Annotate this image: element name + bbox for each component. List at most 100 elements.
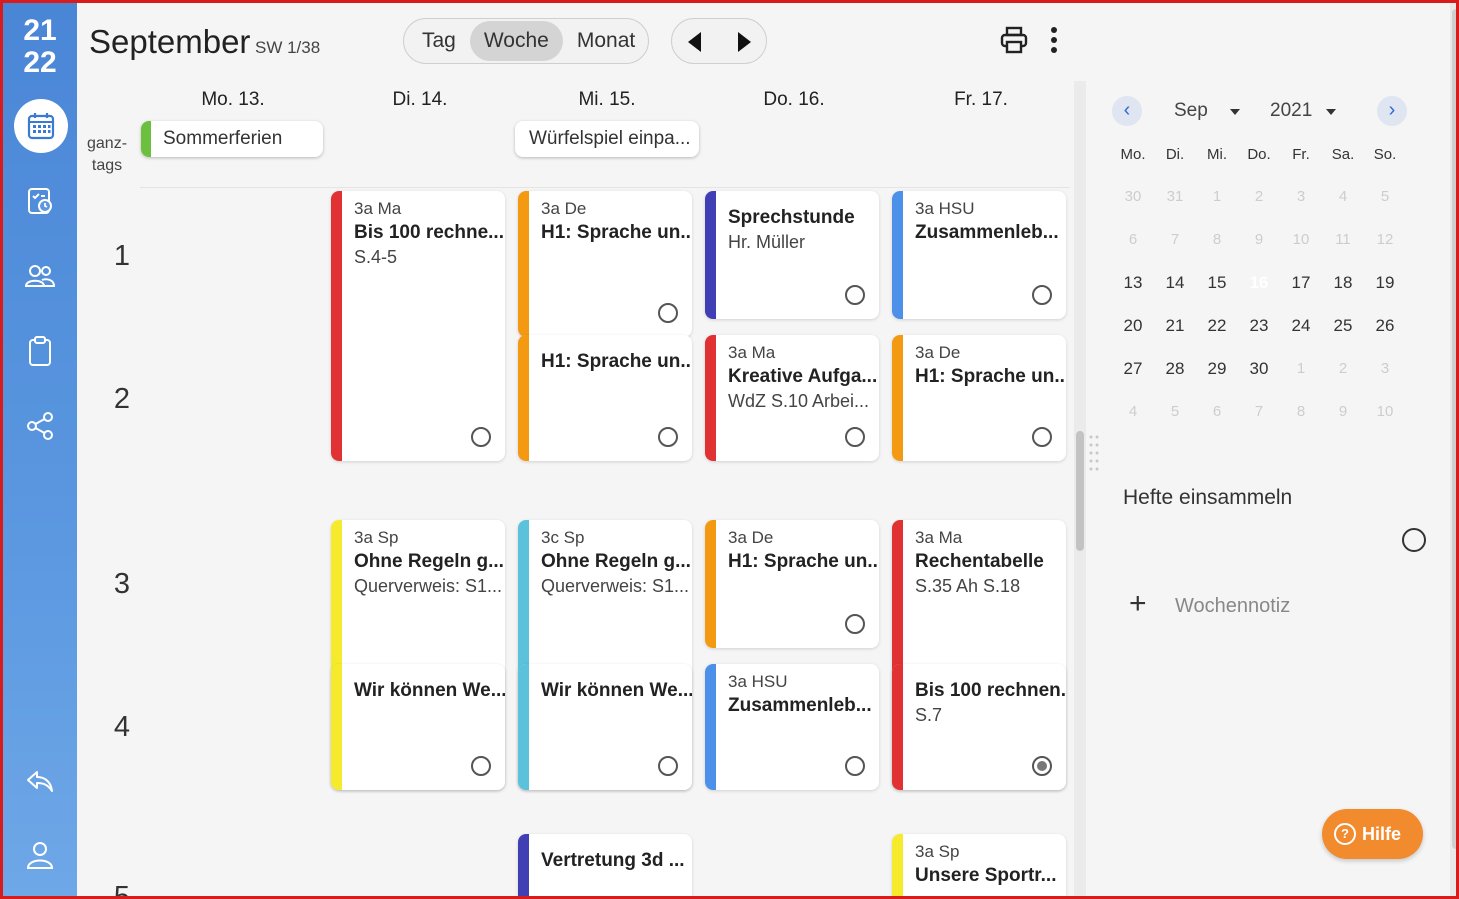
all-day-event[interactable]: Würfelspiel einpa... [515, 121, 699, 157]
page-scrollbar[interactable] [1450, 3, 1456, 896]
more-options-icon[interactable] [1049, 26, 1059, 54]
lesson-card[interactable]: 3a HSU Zusammenleb... [705, 664, 879, 790]
calendar-day[interactable]: 1 [1280, 348, 1322, 390]
calendar-day[interactable]: 24 [1280, 305, 1322, 347]
calendar-day[interactable]: 17 [1280, 262, 1322, 304]
calendar-day[interactable]: 3 [1364, 348, 1406, 390]
next-month-icon[interactable]: › [1377, 96, 1407, 126]
year-select[interactable]: 2021 [1270, 100, 1312, 122]
calendar-day[interactable]: 5 [1154, 391, 1196, 433]
calendar-day[interactable]: 2 [1322, 348, 1364, 390]
calendar-day[interactable]: 23 [1238, 305, 1280, 347]
view-tab-week[interactable]: Woche [469, 21, 563, 61]
next-week-icon[interactable] [738, 32, 751, 52]
calendar-day[interactable]: 13 [1112, 262, 1154, 304]
all-day-event[interactable]: Sommerferien [141, 121, 323, 157]
calendar-icon[interactable] [14, 99, 68, 153]
calendar-day[interactable]: 20 [1112, 305, 1154, 347]
calendar-day[interactable]: 5 [1364, 176, 1406, 218]
calendar-day[interactable]: 29 [1196, 348, 1238, 390]
calendar-day[interactable]: 21 [1154, 305, 1196, 347]
lesson-card[interactable]: 3a De H1: Sprache un... [892, 335, 1066, 461]
calendar-day[interactable]: 4 [1112, 391, 1154, 433]
lesson-card[interactable]: 3a De H1: Sprache un... [705, 520, 879, 648]
lesson-done-checkbox[interactable] [1032, 756, 1052, 776]
task-list-icon[interactable] [16, 177, 64, 225]
lesson-card[interactable]: 3a De H1: Sprache un... [518, 191, 692, 337]
people-icon[interactable] [16, 252, 64, 300]
lesson-card[interactable]: Wir können We... [331, 664, 505, 790]
lesson-done-checkbox[interactable] [1032, 427, 1052, 447]
calendar-day[interactable]: 16 [1238, 262, 1280, 304]
calendar-day[interactable]: 14 [1154, 262, 1196, 304]
calendar-day[interactable]: 11 [1322, 219, 1364, 261]
calendar-day[interactable]: 7 [1154, 219, 1196, 261]
scroll-thumb[interactable] [1076, 431, 1084, 551]
lesson-card[interactable]: Sprechstunde Hr. Müller [705, 191, 879, 319]
lesson-done-checkbox[interactable] [658, 427, 678, 447]
calendar-day[interactable]: 10 [1280, 219, 1322, 261]
calendar-day[interactable]: 25 [1322, 305, 1364, 347]
calendar-day[interactable]: 30 [1112, 176, 1154, 218]
calendar-day[interactable]: 31 [1154, 176, 1196, 218]
lesson-card[interactable]: Bis 100 rechnen... S.7 [892, 664, 1066, 790]
lesson-done-checkbox[interactable] [471, 756, 491, 776]
day-header-fri[interactable]: Fr. 17. [888, 89, 1074, 111]
calendar-day[interactable]: 18 [1322, 262, 1364, 304]
calendar-day[interactable]: 10 [1364, 391, 1406, 433]
view-tab-month[interactable]: Monat [563, 21, 649, 61]
lesson-done-checkbox[interactable] [845, 614, 865, 634]
calendar-day[interactable]: 27 [1112, 348, 1154, 390]
print-icon[interactable] [999, 25, 1029, 60]
prev-month-icon[interactable]: ‹ [1112, 96, 1142, 126]
calendar-day[interactable]: 9 [1322, 391, 1364, 433]
lesson-done-checkbox[interactable] [658, 303, 678, 323]
calendar-day[interactable]: 30 [1238, 348, 1280, 390]
lesson-card[interactable]: Vertretung 3d ... [518, 834, 692, 896]
calendar-day[interactable]: 3 [1280, 176, 1322, 218]
view-tab-day[interactable]: Tag [408, 21, 470, 61]
lesson-done-checkbox[interactable] [658, 756, 678, 776]
lesson-done-checkbox[interactable] [845, 427, 865, 447]
calendar-day[interactable]: 4 [1322, 176, 1364, 218]
lesson-card[interactable]: Wir können We... [518, 664, 692, 790]
calendar-day[interactable]: 12 [1364, 219, 1406, 261]
calendar-day[interactable]: 22 [1196, 305, 1238, 347]
drag-handle-icon[interactable] [1087, 433, 1101, 473]
calendar-day[interactable]: 26 [1364, 305, 1406, 347]
lesson-done-checkbox[interactable] [471, 427, 491, 447]
lesson-done-checkbox[interactable] [845, 285, 865, 305]
calendar-day[interactable]: 19 [1364, 262, 1406, 304]
prev-week-icon[interactable] [688, 32, 701, 52]
calendar-day[interactable]: 28 [1154, 348, 1196, 390]
day-header-tue[interactable]: Di. 14. [327, 89, 513, 111]
calendar-day[interactable]: 6 [1112, 219, 1154, 261]
calendar-day[interactable]: 1 [1196, 176, 1238, 218]
calendar-day[interactable]: 8 [1196, 219, 1238, 261]
user-icon[interactable] [16, 831, 64, 879]
calendar-day[interactable]: 15 [1196, 262, 1238, 304]
lesson-done-checkbox[interactable] [845, 756, 865, 776]
lesson-card[interactable]: 3a Ma Bis 100 rechne... S.4-5 [331, 191, 505, 461]
week-scrollbar[interactable] [1074, 81, 1086, 896]
calendar-day[interactable]: 9 [1238, 219, 1280, 261]
clipboard-icon[interactable] [16, 327, 64, 375]
page-scroll-thumb[interactable] [1452, 9, 1456, 849]
lesson-card[interactable]: H1: Sprache un... [518, 335, 692, 461]
back-arrow-icon[interactable] [16, 757, 64, 805]
day-header-wed[interactable]: Mi. 15. [514, 89, 700, 111]
day-header-thu[interactable]: Do. 16. [701, 89, 887, 111]
calendar-day[interactable]: 7 [1238, 391, 1280, 433]
calendar-day[interactable]: 6 [1196, 391, 1238, 433]
lesson-card[interactable]: 3a Sp Unsere Sportr... [892, 834, 1066, 896]
calendar-day[interactable]: 8 [1280, 391, 1322, 433]
day-header-mon[interactable]: Mo. 13. [140, 89, 326, 111]
lesson-done-checkbox[interactable] [1032, 285, 1052, 305]
share-icon[interactable] [16, 402, 64, 450]
chevron-down-icon[interactable] [1230, 109, 1240, 115]
calendar-day[interactable]: 2 [1238, 176, 1280, 218]
chevron-down-icon[interactable] [1326, 109, 1336, 115]
lesson-card[interactable]: 3a HSU Zusammenleb... [892, 191, 1066, 319]
help-button[interactable]: ? Hilfe [1322, 809, 1423, 859]
week-note-checkbox[interactable] [1402, 528, 1426, 552]
